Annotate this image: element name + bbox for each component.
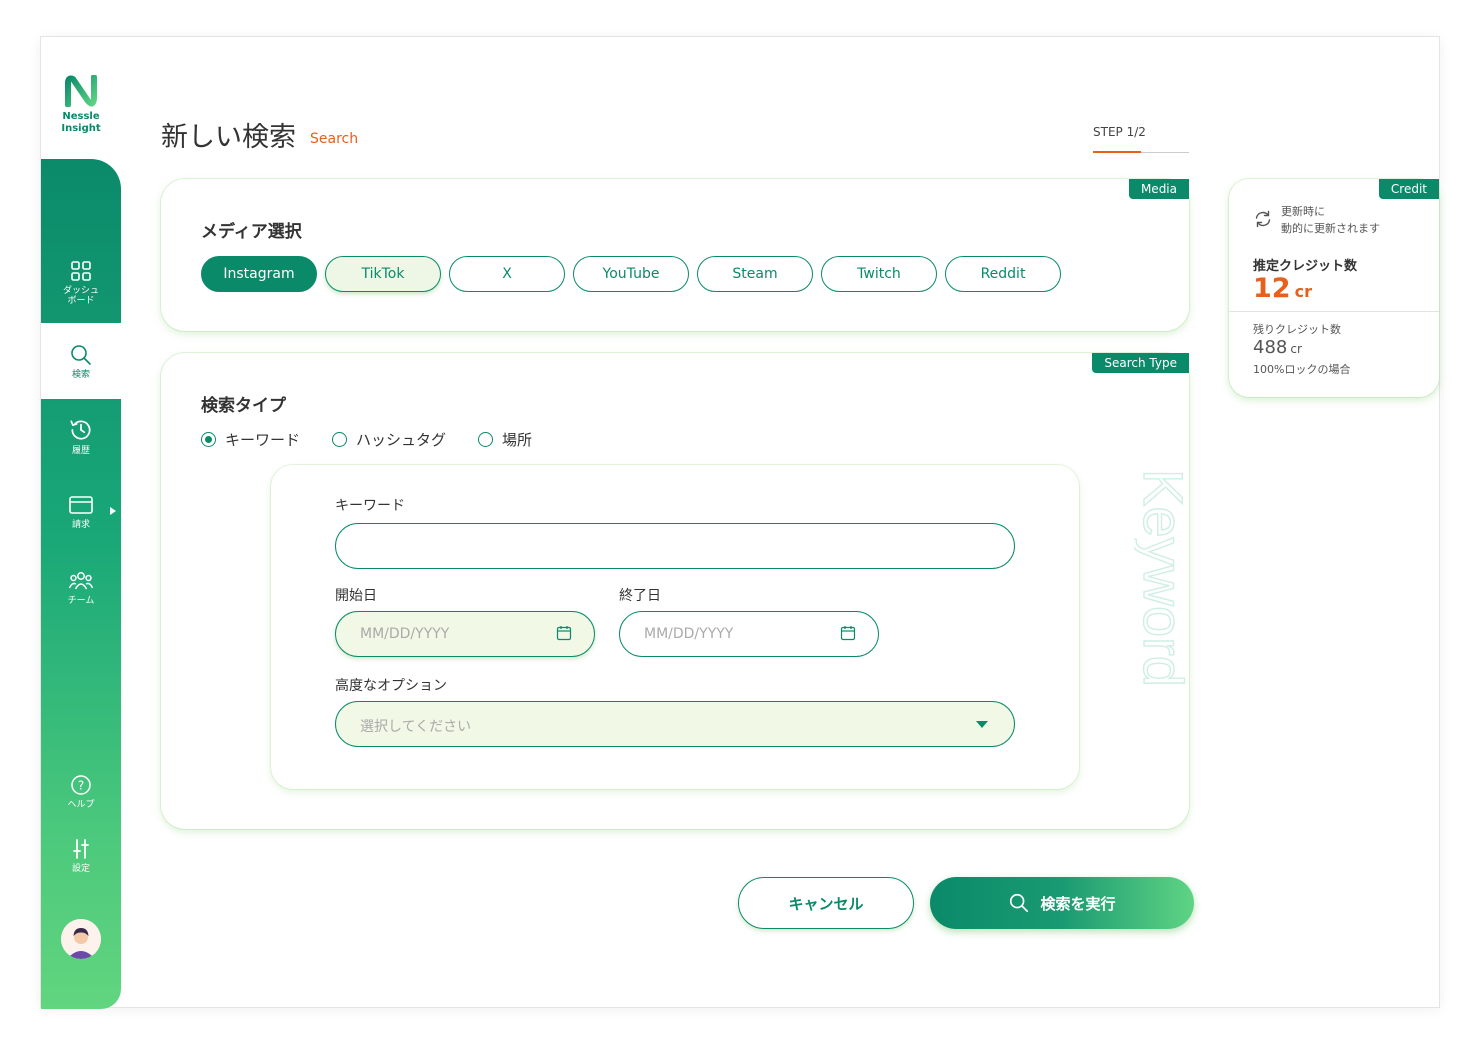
- avatar[interactable]: [61, 919, 101, 959]
- advanced-options-select[interactable]: 選択してください: [335, 701, 1015, 747]
- end-date-input[interactable]: MM/DD/YYYY: [619, 611, 879, 657]
- chip-instagram[interactable]: Instagram: [201, 256, 317, 292]
- advanced-options-placeholder: 選択してください: [360, 719, 472, 735]
- sidebar-label-billing: 請求: [71, 520, 90, 530]
- remaining-value: 488 cr: [1253, 337, 1302, 358]
- start-date-label: 開始日: [335, 588, 377, 604]
- sidebar-item-team[interactable]: チーム: [41, 569, 121, 629]
- credit-divider: [1229, 311, 1439, 312]
- search-icon: [71, 345, 91, 365]
- advanced-options-label: 高度なオプション: [335, 678, 447, 694]
- estimate-label: 推定クレジット数: [1253, 259, 1358, 274]
- radio-hashtag[interactable]: ハッシュタグ: [332, 429, 446, 450]
- radio-keyword[interactable]: キーワード: [201, 429, 300, 450]
- keyword-form-card: キーワード 開始日 MM/DD/YYYY 終了日 MM/DD/YYYY 高度なオ…: [271, 465, 1079, 789]
- brand-logo[interactable]: Nessle Insight: [41, 75, 121, 135]
- logo-icon: [65, 75, 97, 107]
- end-date-placeholder: MM/DD/YYYY: [644, 626, 734, 642]
- chip-reddit[interactable]: Reddit: [945, 256, 1061, 292]
- help-icon: ?: [71, 775, 91, 795]
- sidebar-item-settings[interactable]: 設定: [41, 837, 121, 897]
- end-date-label: 終了日: [619, 588, 661, 604]
- search-type-title: 検索タイプ: [201, 396, 286, 416]
- sidebar-item-billing[interactable]: 請求: [41, 493, 121, 553]
- team-icon: [68, 572, 94, 590]
- step-indicator: STEP 1/2: [1093, 125, 1189, 155]
- run-search-label: 検索を実行: [1040, 894, 1116, 913]
- sidebar-item-history[interactable]: 履歴: [41, 417, 121, 477]
- chip-x[interactable]: X: [449, 256, 565, 292]
- sidebar-label-search: 検索: [71, 370, 90, 380]
- cancel-button[interactable]: キャンセル: [738, 877, 914, 929]
- credit-card: Credit 更新時に 動的に更新されます 推定クレジット数 12 cr 残りクレ…: [1229, 179, 1439, 397]
- remaining-note: 100%ロックの場合: [1253, 363, 1351, 376]
- sidebar-item-dashboard[interactable]: ダッシュボード: [41, 259, 121, 319]
- search-type-card: Search Type 検索タイプ キーワード ハッシュタグ 場所 キーワード …: [161, 353, 1189, 829]
- media-selection-card: Media メディア選択 Instagram TikTok X YouTube …: [161, 179, 1189, 331]
- remaining-label: 残りクレジット数: [1253, 323, 1341, 336]
- sidebar-label-help: ヘルプ: [67, 800, 95, 810]
- radio-keyword-circle[interactable]: [201, 432, 216, 447]
- step-progress: [1093, 151, 1141, 153]
- brand-name: Nessle Insight: [61, 111, 101, 134]
- page-title: 新しい検索: [161, 122, 296, 153]
- refresh-note: 更新時に 動的に更新されます: [1281, 205, 1380, 235]
- radio-location-circle[interactable]: [478, 432, 494, 447]
- search-type-options: キーワード ハッシュタグ 場所: [201, 429, 564, 450]
- grid-icon: [71, 261, 91, 281]
- radio-hashtag-label: ハッシュタグ: [356, 431, 447, 449]
- sidebar-item-search[interactable]: 検索: [41, 323, 121, 399]
- chip-twitch[interactable]: Twitch: [821, 256, 937, 292]
- chip-tiktok[interactable]: TikTok: [325, 256, 441, 292]
- radio-location-label: 場所: [502, 431, 533, 449]
- app-window: Nessle Insight ダッシュボード 検索 履歴 請求 チーム ? ヘル…: [40, 36, 1440, 1009]
- page-subtitle: Search: [310, 131, 359, 147]
- sidebar-label-settings: 設定: [71, 864, 90, 874]
- sidebar-label-dashboard: ダッシュボード: [62, 286, 99, 306]
- estimate-value: 12 cr: [1253, 273, 1312, 304]
- calendar-icon[interactable]: [840, 625, 856, 641]
- sliders-icon: [73, 839, 89, 859]
- keyword-label: キーワード: [335, 498, 405, 514]
- run-search-button[interactable]: 検索を実行: [930, 877, 1194, 929]
- step-label: STEP 1/2: [1093, 125, 1146, 139]
- sidebar-label-team: チーム: [67, 596, 95, 606]
- keyword-watermark-text: Keyword: [1134, 469, 1194, 687]
- sidebar-label-history: 履歴: [71, 446, 90, 456]
- chip-steam[interactable]: Steam: [697, 256, 813, 292]
- sidebar: ダッシュボード 検索 履歴 請求 チーム ? ヘルプ 設定: [41, 159, 121, 1009]
- user-avatar-icon: [61, 919, 101, 959]
- refresh-icon[interactable]: [1253, 209, 1273, 229]
- radio-hashtag-circle[interactable]: [332, 432, 348, 447]
- keyword-input[interactable]: [335, 523, 1015, 569]
- radio-keyword-label: キーワード: [225, 431, 301, 449]
- search-icon: [1010, 893, 1029, 913]
- expand-arrow-icon[interactable]: [110, 507, 116, 515]
- svg-text:?: ?: [78, 779, 84, 793]
- chip-youtube[interactable]: YouTube: [573, 256, 689, 292]
- chevron-down-icon[interactable]: [976, 721, 988, 728]
- calendar-icon[interactable]: [556, 625, 572, 641]
- credit-tag: Credit: [1378, 179, 1439, 199]
- media-tag: Media: [1128, 179, 1189, 199]
- card-icon: [69, 496, 93, 514]
- keyword-watermark: Keyword: [1134, 469, 1194, 688]
- radio-location[interactable]: 場所: [478, 429, 532, 450]
- search-type-tag: Search Type: [1092, 353, 1189, 373]
- history-icon: [70, 420, 91, 440]
- start-date-placeholder: MM/DD/YYYY: [360, 626, 450, 642]
- start-date-input[interactable]: MM/DD/YYYY: [335, 611, 595, 657]
- sidebar-item-help[interactable]: ? ヘルプ: [41, 773, 121, 833]
- media-section-title: メディア選択: [201, 222, 302, 242]
